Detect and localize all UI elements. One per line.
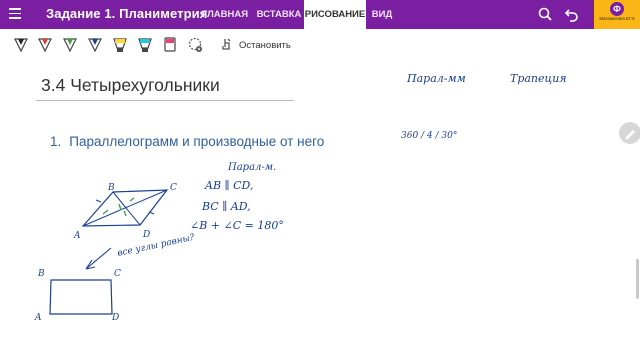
outline-text: Параллелограмм и производные от него [69,134,325,149]
rect-vertex-b: B [37,269,45,279]
menu-icon[interactable] [9,8,21,19]
vertex-label-d: D [142,230,150,240]
pen-black-icon[interactable] [12,35,30,57]
rect-vertex-c: C [114,269,121,279]
pen-toggle-button[interactable] [619,122,640,144]
handwriting-layer: Парал-мм Трапеция 360 / 4 / 30° Парал-м.… [34,72,567,323]
vertex-label-c: C [170,183,177,193]
rect-vertex-d: D [111,313,119,323]
rect-vertex-a: A [34,313,42,323]
note-line-ab-cd: AB ∥ CD, [204,179,253,192]
page-title[interactable]: 3.4 Четырехугольники [41,75,220,96]
hand-pointer-icon [222,38,231,50]
stop-drawing-button[interactable]: Остановить [220,36,291,54]
pen-red-icon[interactable] [36,35,54,57]
highlighter-pink-icon[interactable] [161,35,179,57]
parallelogram-sketch [81,189,169,227]
tab-view[interactable]: ВИД [366,0,398,29]
drawing-toolbar: Остановить [0,29,640,62]
page-canvas[interactable]: 3.4 Четырехугольники 1. Параллелограмм и … [0,62,640,360]
note-trapezoid-heading: Трапеция [510,72,567,85]
tab-home[interactable]: ГЛАВНАЯ [196,0,254,29]
note-angle-sum: ∠B + ∠C = 180° [190,219,284,232]
undo-icon[interactable] [562,4,582,24]
vertex-label-b: B [107,183,115,193]
rectangle-sketch [49,279,113,315]
highlighter-cyan-icon[interactable] [136,35,154,57]
highlighter-yellow-icon[interactable] [111,35,129,57]
pencil-icon [625,130,635,140]
note-question-line: все углы равны? [117,233,196,259]
note-parallelogram-label: Парал-м. [227,162,276,173]
lasso-icon[interactable] [186,35,204,57]
app-bar: Задание 1. Планиметрия ГЛАВНАЯ ВСТАВКА Р… [0,0,640,29]
vertical-scrollbar[interactable] [636,259,639,299]
logo-caption: Математика ЕГЭ [599,16,635,21]
notebook-title: Задание 1. Планиметрия [46,6,208,21]
vertex-label-a: A [73,231,81,241]
pen-blue-icon[interactable] [86,35,104,57]
outline-item-1[interactable]: 1. Параллелограмм и производные от него [50,134,324,149]
tab-insert[interactable]: ВСТАВКА [254,0,304,29]
outline-number: 1. [50,134,62,149]
tab-draw[interactable]: РИСОВАНИЕ [304,0,366,29]
title-underline [36,100,294,101]
note-parallelogram-heading: Парал-мм [406,72,466,85]
note-angle-fraction: 360 / 4 / 30° [401,131,457,141]
search-icon[interactable] [535,4,555,24]
pen-green-icon[interactable] [61,35,79,57]
logo-mark: Ф [610,2,624,16]
note-line-bc-ad: BC ∥ AD, [201,200,251,213]
stop-drawing-label: Остановить [239,39,291,51]
brand-logo: Ф Математика ЕГЭ [594,0,640,29]
arrow-stroke [85,247,112,270]
